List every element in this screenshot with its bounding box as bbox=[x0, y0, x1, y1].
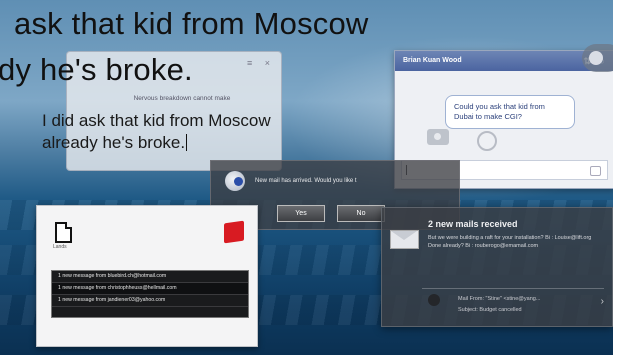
red-app-icon[interactable] bbox=[224, 220, 244, 244]
notification-subject: Subject: Budget cancelled bbox=[458, 307, 522, 313]
no-button[interactable]: No bbox=[337, 205, 385, 222]
status-ring-icon bbox=[477, 131, 497, 151]
message-list[interactable]: 1 new message from bluebird.ch@hotmail.c… bbox=[51, 270, 249, 318]
document-text-line-2-content: already he's broke. bbox=[42, 133, 186, 152]
document-text-line-2[interactable]: already he's broke. bbox=[42, 133, 188, 153]
divider bbox=[422, 288, 604, 289]
sender-avatar bbox=[428, 294, 440, 306]
frame-edge bbox=[613, 0, 629, 361]
text-caret bbox=[186, 134, 188, 151]
document-text-line-1[interactable]: I did ask that kid from Moscow bbox=[42, 111, 271, 131]
chat-titlebar[interactable]: Brian Kuan Wood ⇅ ○ bbox=[395, 51, 614, 71]
headline-line-1: ask that kid from Moscow bbox=[14, 6, 369, 41]
dialog-question: New mail has arrived. Would you like t bbox=[255, 178, 357, 184]
list-item[interactable]: 1 new message from bluebird.ch@hotmail.c… bbox=[52, 271, 248, 283]
chat-message-bubble: Could you ask that kid from Dubai to mak… bbox=[445, 95, 575, 129]
emoji-icon[interactable] bbox=[590, 166, 601, 176]
chat-contact-name: Brian Kuan Wood bbox=[403, 57, 462, 64]
headline-line-2: dy he's broke. bbox=[0, 52, 193, 87]
error-message: Nervous breakdown cannot make bbox=[133, 95, 231, 102]
desktop-background: ≡ × Nervous breakdown cannot make ask th… bbox=[0, 0, 629, 361]
yes-button[interactable]: Yes bbox=[277, 205, 325, 222]
frame-edge bbox=[0, 355, 629, 361]
notification-body: But we were building a raft for your ins… bbox=[428, 235, 592, 249]
notification-title: 2 new mails received bbox=[428, 219, 518, 229]
camera-icon[interactable] bbox=[427, 129, 449, 145]
chevron-right-icon[interactable]: › bbox=[601, 296, 604, 307]
list-item[interactable]: 1 new message from jandiener03@yahoo.com bbox=[52, 295, 248, 307]
list-item[interactable]: 1 new message from christophheuss@hellma… bbox=[52, 283, 248, 295]
document-icon[interactable] bbox=[55, 222, 72, 243]
notification-from: Mail From: "Stine" <stine@yang... bbox=[458, 296, 541, 302]
document-icon-label: Lands bbox=[53, 244, 67, 250]
envelope-icon bbox=[390, 230, 419, 249]
popup-window-controls[interactable]: ≡ × bbox=[247, 58, 275, 68]
mail-app-logo-icon bbox=[225, 171, 245, 191]
mail-notification[interactable]: 2 new mails received But we were buildin… bbox=[381, 207, 613, 327]
